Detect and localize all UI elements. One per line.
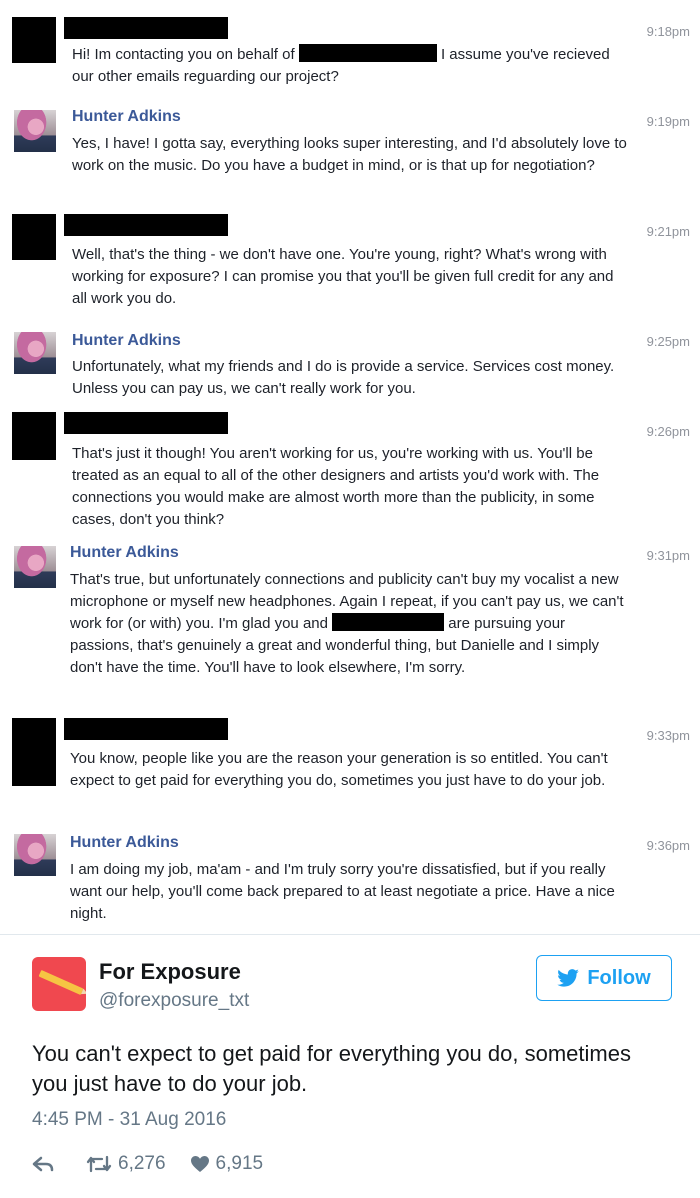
redacted-avatar xyxy=(12,17,56,63)
like-count: 6,915 xyxy=(215,1153,264,1174)
hunter-avatar[interactable] xyxy=(14,110,56,152)
sender-name[interactable]: Hunter Adkins xyxy=(70,544,179,562)
redacted-name xyxy=(64,214,228,236)
like-button[interactable]: 6,915 xyxy=(190,1153,264,1175)
message-text: Hi! Im contacting you on behalf of I ass… xyxy=(72,44,610,85)
reply-icon xyxy=(32,1156,54,1172)
chat-message: 9:26pm That's just it though! You aren't… xyxy=(0,412,700,540)
reply-button[interactable] xyxy=(32,1155,54,1173)
twitter-bird-icon xyxy=(557,969,580,987)
message-text: You know, people like you are the reason… xyxy=(70,750,608,789)
chat-message: 9:18pm Hi! Im contacting you on behalf o… xyxy=(0,0,700,104)
hunter-avatar[interactable] xyxy=(14,546,56,588)
message-time: 9:21pm xyxy=(646,224,690,239)
profile-name[interactable]: For Exposure xyxy=(99,959,241,985)
profile-avatar[interactable] xyxy=(32,957,86,1011)
message-text: Yes, I have! I gotta say, everything loo… xyxy=(72,135,627,174)
chat-message: 9:33pm You know, people like you are the… xyxy=(0,718,700,828)
chat-message: Hunter Adkins 9:25pm Unfortunately, what… xyxy=(0,324,700,412)
chat-message: 9:21pm Well, that's the thing - we don't… xyxy=(0,214,700,324)
tweet-text: You can't expect to get paid for everyth… xyxy=(32,1041,631,1096)
message-text: Well, that's the thing - we don't have o… xyxy=(72,246,614,307)
hunter-avatar[interactable] xyxy=(14,332,56,374)
tweet-actions: 6,276 6,915 xyxy=(32,1151,263,1177)
hunter-avatar[interactable] xyxy=(14,834,56,876)
message-time: 9:26pm xyxy=(646,424,690,439)
message-text: Unfortunately, what my friends and I do … xyxy=(72,358,615,397)
message-text: That's just it though! You aren't workin… xyxy=(72,445,600,528)
pencil-icon xyxy=(38,969,84,996)
sender-name[interactable]: Hunter Adkins xyxy=(72,332,181,350)
sender-name[interactable]: Hunter Adkins xyxy=(72,108,181,126)
redacted-name xyxy=(64,718,228,740)
heart-icon xyxy=(190,1156,209,1172)
message-time: 9:19pm xyxy=(646,114,690,129)
redacted-name xyxy=(64,412,228,434)
follow-label: Follow xyxy=(587,966,651,989)
follow-button[interactable]: Follow xyxy=(536,955,672,1001)
chat-message: Hunter Adkins 9:19pm Yes, I have! I gott… xyxy=(0,104,700,214)
redacted-text xyxy=(298,44,437,62)
message-time: 9:25pm xyxy=(646,334,690,349)
message-time: 9:33pm xyxy=(646,728,690,743)
message-time: 9:31pm xyxy=(646,548,690,563)
redacted-avatar xyxy=(12,412,56,460)
message-time: 9:36pm xyxy=(646,838,690,853)
profile-handle[interactable]: @forexposure_txt xyxy=(99,990,249,1012)
message-text: I am doing my job, ma'am - and I'm truly… xyxy=(70,861,615,922)
chat-transcript: 9:18pm Hi! Im contacting you on behalf o… xyxy=(0,0,700,934)
redacted-avatar xyxy=(12,718,56,786)
sender-name[interactable]: Hunter Adkins xyxy=(70,834,179,852)
redacted-text xyxy=(332,613,445,631)
message-text: That's true, but unfortunately connectio… xyxy=(70,571,624,676)
message-time: 9:18pm xyxy=(646,24,690,39)
chat-message: Hunter Adkins 9:36pm I am doing my job, … xyxy=(0,828,700,934)
retweet-button[interactable]: 6,276 xyxy=(86,1153,166,1175)
retweet-count: 6,276 xyxy=(118,1153,166,1174)
tweet-date[interactable]: 4:45 PM - 31 Aug 2016 xyxy=(32,1109,226,1131)
redacted-avatar xyxy=(12,214,56,260)
tweet-card: For Exposure @forexposure_txt Follow You… xyxy=(0,934,700,1198)
redacted-name xyxy=(64,17,228,39)
chat-message: Hunter Adkins 9:31pm That's true, but un… xyxy=(0,540,700,718)
retweet-icon xyxy=(86,1155,112,1173)
